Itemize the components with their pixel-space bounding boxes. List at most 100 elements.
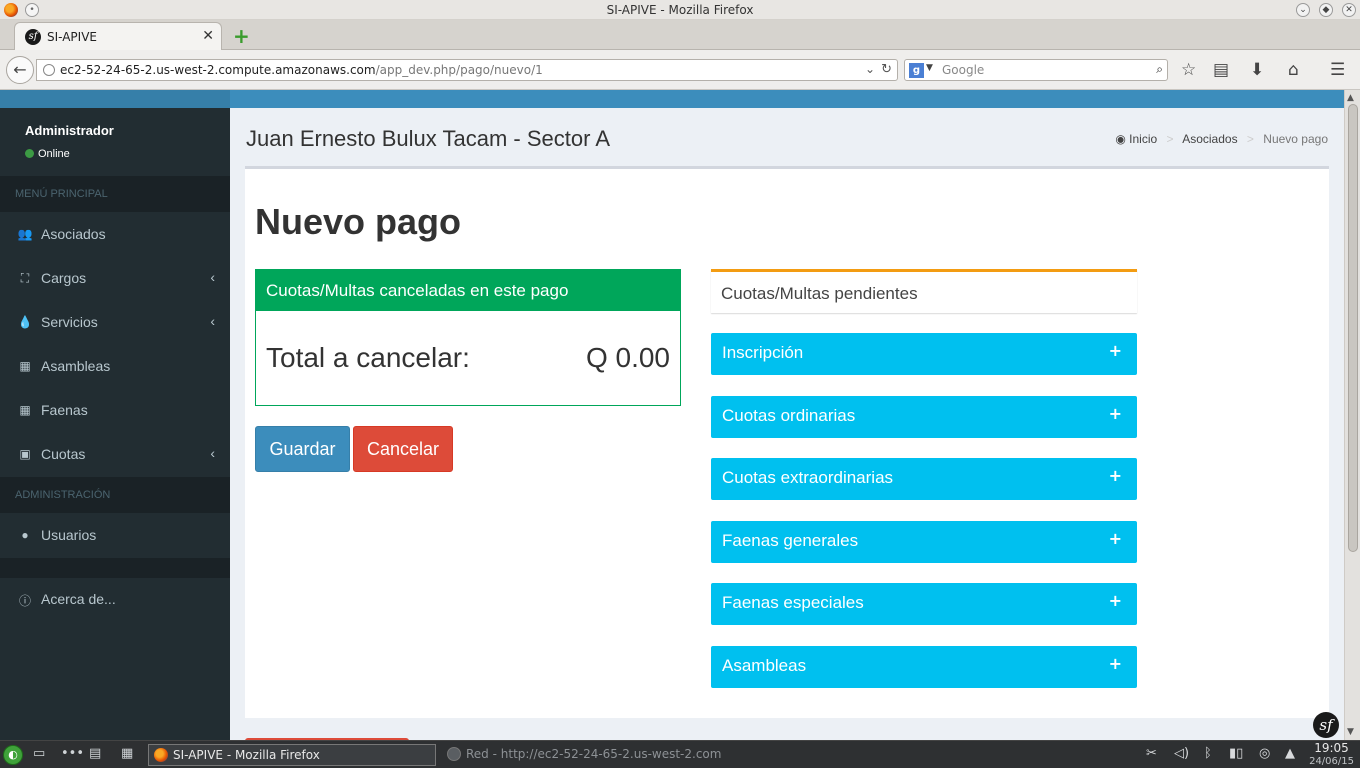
breadcrumb-separator: > [1166,132,1174,146]
taskbar-task-red[interactable]: Red - http://ec2-52-24-65-2.us-west-2.co… [442,744,722,766]
sidebar-item-servicios[interactable]: 💧 Servicios ‹ [0,301,230,345]
plus-icon: + [1108,654,1122,673]
plus-icon: + [1108,529,1122,548]
sidebar-item-label: Acerca de... [41,591,116,607]
paid-items-title: Cuotas/Multas canceladas en este pago [256,270,680,311]
accordion-label: Faenas generales [722,531,859,550]
total-label: Total a cancelar: [266,342,470,373]
page-scrollbar[interactable]: ▲ ▼ [1344,90,1360,740]
taskbar-task-firefox[interactable]: SI-APIVE - Mozilla Firefox [148,744,436,766]
start-menu-icon[interactable]: ◐ [3,745,23,765]
maximize-button[interactable]: ◆ [1319,3,1333,17]
accordion-label: Asambleas [722,656,807,675]
clock-date: 24/06/15 [1309,756,1354,767]
engine-dropdown-icon[interactable]: ▼ [926,63,933,73]
accordion-faenas-especiales[interactable]: Faenas especiales + [711,583,1137,625]
window-title: SI-APIVE - Mozilla Firefox [606,3,754,17]
accordion-label: Cuotas extraordinarias [722,468,894,487]
search-bar[interactable]: g ▼ Google ⌕ [904,59,1168,81]
online-dot-icon [25,149,34,158]
sidebar-divider [0,558,230,578]
dashboard-icon: ◉ [1115,132,1126,146]
more-apps-icon[interactable]: ••• [61,746,84,761]
breadcrumb-current: Nuevo pago [1263,132,1328,146]
reload-icon[interactable]: ↻ [881,62,892,77]
sidebar-item-label: Usuarios [41,527,97,543]
show-desktop-icon[interactable]: ▭ [33,746,45,761]
sidebar-item-label: Cargos [41,270,87,286]
sidebar-item-label: Cuotas [41,446,86,462]
browser-tab[interactable]: sf SI-APIVE ✕ [14,22,222,50]
tools-icon[interactable]: ✂ [1146,746,1157,761]
accordion-inscripcion[interactable]: Inscripción + [711,333,1137,375]
system-taskbar: ◐ ▭ ••• ▤ ▦ SI-APIVE - Mozilla Firefox R… [0,740,1360,768]
cancel-button[interactable]: Cancelar [353,426,453,472]
close-window-button[interactable]: ✕ [1342,3,1356,17]
form-heading: Nuevo pago [255,201,462,242]
sidebar-item-about[interactable]: ⓘ Acerca de... [0,578,230,622]
accordion-label: Cuotas ordinarias [722,406,856,425]
content-wrapper: Juan Ernesto Bulux Tacam - Sector A ◉ In… [230,108,1344,740]
tab-label: SI-APIVE [47,30,97,44]
battery-icon[interactable]: ▮▯ [1229,746,1243,761]
sidebar-item-cargos[interactable]: ⛶ Cargos ‹ [0,257,230,301]
breadcrumb-section[interactable]: Asociados [1182,132,1237,146]
volume-icon[interactable]: ◁) [1174,746,1189,761]
scroll-down-icon[interactable]: ▼ [1347,727,1354,737]
sidebar-item-asociados[interactable]: 👥 Asociados [0,213,230,257]
plus-icon: + [1108,341,1122,360]
chevron-down-icon[interactable]: ⌄ [865,62,875,76]
pending-items-title: Cuotas/Multas pendientes [721,284,918,303]
user-icon: ● [21,528,29,542]
close-tab-icon[interactable]: ✕ [202,28,214,44]
bookmark-star-icon[interactable]: ☆ [1181,60,1196,80]
clock-time: 19:05 [1314,741,1349,755]
window-list-icon[interactable]: ▦ [121,746,133,761]
clock[interactable]: 19:05 24/06/15 [1309,742,1354,768]
task-label: Red - http://ec2-52-24-65-2.us-west-2.co… [466,747,722,761]
accordion-cuotas-extraordinarias[interactable]: Cuotas extraordinarias + [711,458,1137,500]
accordion-asambleas[interactable]: Asambleas + [711,646,1137,688]
breadcrumb-separator: > [1246,132,1254,146]
back-button[interactable]: ← [6,56,34,84]
sidebar-item-cuotas[interactable]: ▣ Cuotas ‹ [0,433,230,477]
sidebar-item-label: Asociados [41,226,106,242]
sidebar-item-faenas[interactable]: ▦ Faenas [0,389,230,433]
url-path: /app_dev.php/pago/nuevo/1 [375,63,543,77]
user-name: Administrador [25,123,114,138]
save-button[interactable]: Guardar [255,426,350,472]
accordion-faenas-generales[interactable]: Faenas generales + [711,521,1137,563]
new-tab-button[interactable]: + [233,24,250,48]
chevron-left-icon: ‹ [210,445,215,461]
breadcrumb-home[interactable]: Inicio [1129,132,1157,146]
users-icon: 👥 [17,227,33,241]
calendar-icon: ▦ [19,403,31,417]
scrollbar-thumb[interactable] [1348,104,1358,552]
download-icon[interactable]: ⬇ [1250,60,1264,80]
url-bar[interactable]: ec2-52-24-65-2.us-west-2.compute.amazona… [36,59,898,81]
sidebar-item-asambleas[interactable]: ▦ Asambleas [0,345,230,389]
network-app-icon [447,747,461,761]
bluetooth-icon[interactable]: ᛒ [1204,746,1212,761]
accordion-cuotas-ordinarias[interactable]: Cuotas ordinarias + [711,396,1137,438]
scroll-up-icon[interactable]: ▲ [1347,93,1354,103]
workspaces-icon[interactable]: ▤ [89,746,101,761]
google-icon[interactable]: g [909,63,924,78]
menu-hamburger-icon[interactable]: ☰ [1330,60,1345,80]
minimize-button[interactable]: ⌄ [1296,3,1310,17]
tray-expand-icon[interactable]: ▲ [1285,746,1295,761]
chevron-left-icon: ‹ [210,313,215,329]
task-label: SI-APIVE - Mozilla Firefox [173,748,320,762]
sidebar-item-label: Faenas [41,402,88,418]
sidebar-item-label: Servicios [41,314,98,330]
bookmarks-list-icon[interactable]: ▤ [1213,60,1229,80]
breadcrumb: ◉ Inicio > Asociados > Nuevo pago [1115,132,1328,146]
binoculars-icon[interactable]: ⌕ [1156,62,1163,77]
symfony-toolbar-icon[interactable]: sf [1313,712,1339,738]
home-icon[interactable]: ⌂ [1288,60,1299,80]
sidebar-item-usuarios[interactable]: ● Usuarios [0,514,230,558]
accordion-label: Faenas especiales [722,593,864,612]
network-icon[interactable]: ◎ [1259,746,1270,761]
user-status: Online [25,148,70,160]
tab-bar: sf SI-APIVE ✕ + [0,20,1360,50]
